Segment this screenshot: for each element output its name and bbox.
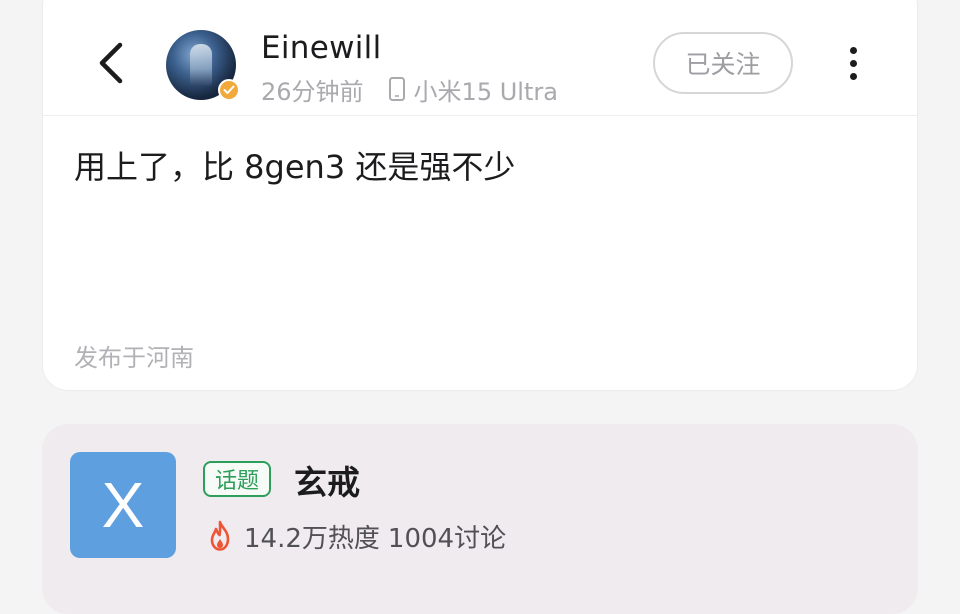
topic-tag-badge: 话题 — [203, 461, 272, 497]
username[interactable]: Einewill — [261, 30, 382, 66]
topic-stats: 14.2万热度 1004讨论 — [206, 515, 506, 557]
avatar-figure — [190, 44, 212, 86]
header-divider — [43, 115, 917, 116]
topic-discussions: 1004讨论 — [387, 523, 507, 554]
post-location: 发布于河南 — [74, 344, 194, 372]
post-meta: 26分钟前 小米15 Ultra — [261, 72, 558, 106]
more-options-button[interactable] — [833, 40, 873, 86]
back-button[interactable] — [88, 38, 132, 88]
post-content: 用上了，比 8gen3 还是强不少 — [74, 148, 516, 186]
post-time: 26分钟前 — [261, 77, 364, 106]
follow-button[interactable]: 已关注 — [653, 32, 793, 94]
topic-heat: 14.2万热度 — [244, 523, 380, 554]
device-name: 小米15 Ultra — [413, 77, 558, 106]
fire-icon — [210, 520, 230, 551]
topic-title[interactable]: 玄戒 — [294, 456, 360, 504]
more-vertical-icon — [849, 46, 857, 54]
verified-badge-icon — [218, 79, 240, 101]
topic-thumbnail[interactable]: X — [70, 452, 176, 558]
phone-icon — [388, 77, 405, 101]
back-arrow-icon — [99, 42, 123, 84]
